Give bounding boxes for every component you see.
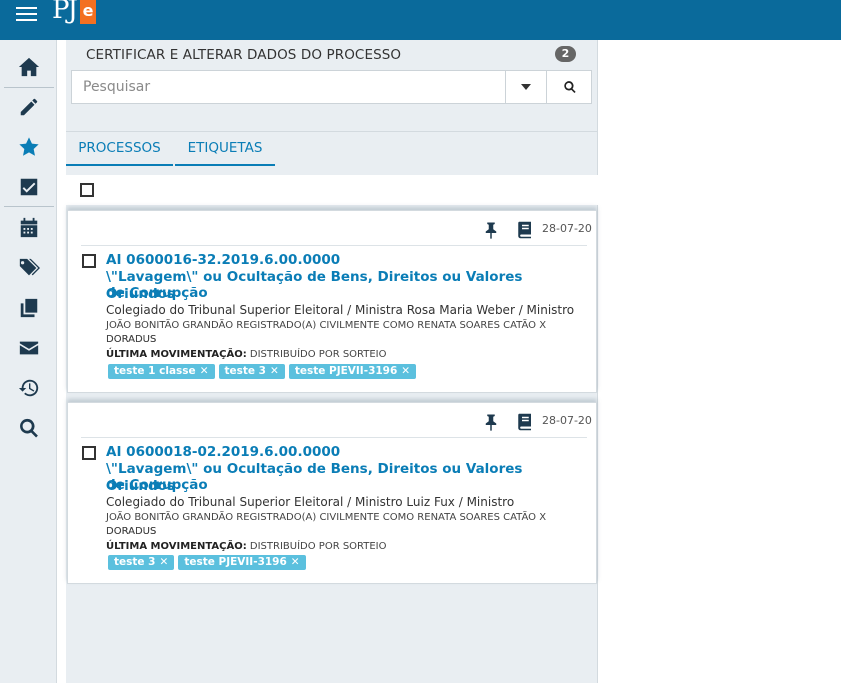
pencil-icon (20, 98, 37, 116)
last-movement: ÚLTIMA MOVIMENTAÇÃO: DISTRIBUÍDO POR SOR… (106, 540, 387, 554)
tag-badge: teste 3 ✕ (108, 555, 175, 570)
star-icon (18, 137, 39, 156)
sidebar-item-edit[interactable] (0, 87, 57, 127)
tab-etiquetas[interactable]: ETIQUETAS (175, 140, 275, 166)
process-organ: Colegiado do Tribunal Superior Eleitoral… (106, 495, 515, 509)
remove-tag-icon[interactable]: ✕ (200, 365, 209, 377)
tag-label: teste PJEVII-3196 (294, 365, 398, 377)
tag-label: teste PJEVII-3196 (184, 556, 287, 568)
search-icon (19, 418, 38, 438)
process-checkbox[interactable] (82, 254, 96, 268)
hamburger-menu-icon[interactable] (16, 5, 38, 27)
search-filter-dropdown-button[interactable] (505, 71, 545, 103)
select-all-row (66, 175, 598, 205)
process-parties: DORADUS (106, 526, 157, 537)
process-number-link[interactable]: AI 0600018-02.2019.6.00.0000 (106, 444, 576, 461)
tag-badge: teste 1 classe ✕ (108, 364, 215, 379)
sidebar-item-search[interactable] (0, 408, 57, 448)
panel-title: CERTIFICAR E ALTERAR DADOS DO PROCESSO (86, 47, 402, 63)
process-parties: DORADUS (106, 334, 157, 345)
tag-badge: teste 3 ✕ (218, 364, 285, 379)
process-subject-line[interactable]: de Corrupção (106, 477, 576, 494)
sidebar-item-home[interactable] (0, 47, 57, 87)
search-input[interactable] (72, 71, 504, 103)
tag-list: teste 3 ✕ teste PJEVII-3196 ✕ (108, 555, 306, 570)
pin-icon[interactable] (482, 221, 500, 239)
last-movement-value: DISTRIBUÍDO POR SORTEIO (249, 541, 387, 552)
top-bar: PJ e (0, 0, 841, 40)
sidebar-item-tasks[interactable] (0, 167, 57, 207)
search-button[interactable] (546, 71, 592, 103)
envelope-icon (19, 341, 38, 355)
book-icon[interactable] (517, 413, 533, 431)
tag-badge: teste PJEVII-3196 ✕ (178, 555, 306, 570)
remove-tag-icon[interactable]: ✕ (160, 556, 169, 568)
sidebar-item-messages[interactable] (0, 328, 57, 368)
process-count-badge: 2 (555, 46, 576, 62)
process-checkbox[interactable] (82, 446, 96, 460)
process-panel: CERTIFICAR E ALTERAR DADOS DO PROCESSO 2… (66, 40, 598, 683)
remove-tag-icon[interactable]: ✕ (401, 365, 410, 377)
tag-label: teste 3 (224, 365, 267, 377)
process-date: 28-07-20 (542, 222, 592, 235)
remove-tag-icon[interactable]: ✕ (270, 365, 279, 377)
process-card: 28-07-20 AI 0600016-32.2019.6.00.0000 \"… (67, 210, 597, 393)
check-square-icon (20, 178, 37, 196)
remove-tag-icon[interactable]: ✕ (291, 556, 300, 568)
sidebar-divider (4, 206, 54, 207)
process-organ: Colegiado do Tribunal Superior Eleitoral… (106, 303, 575, 317)
tag-label: teste 3 (114, 556, 156, 568)
tabs-divider (66, 131, 598, 132)
caret-down-icon (520, 84, 531, 90)
tag-badge: teste PJEVII-3196 ✕ (288, 364, 417, 379)
tab-processos[interactable]: PROCESSOS (66, 140, 173, 166)
search-bar (71, 70, 592, 104)
process-subject-line[interactable]: de Corrupção (106, 285, 576, 302)
tag-label: teste 1 classe (114, 365, 196, 377)
card-divider (81, 245, 587, 246)
process-card: 28-07-20 AI 0600018-02.2019.6.00.0000 \"… (67, 402, 597, 584)
sidebar-item-calendar[interactable] (0, 208, 57, 248)
last-movement-value: DISTRIBUÍDO POR SORTEIO (249, 349, 387, 360)
copy-icon (20, 298, 37, 318)
search-icon (563, 81, 576, 94)
home-icon (18, 57, 39, 77)
sidebar-item-favorites[interactable] (0, 127, 57, 167)
card-divider (81, 437, 587, 438)
history-icon (18, 379, 38, 397)
sidebar-item-documents[interactable] (0, 288, 57, 328)
last-movement-label: ÚLTIMA MOVIMENTAÇÃO: (106, 349, 247, 360)
sidebar-item-history[interactable] (0, 368, 57, 408)
select-all-checkbox[interactable] (80, 183, 94, 197)
tag-list: teste 1 classe ✕ teste 3 ✕ teste PJEVII-31… (108, 364, 417, 379)
last-movement-label: ÚLTIMA MOVIMENTAÇÃO: (106, 541, 247, 552)
sidebar (0, 40, 57, 683)
process-number-link[interactable]: AI 0600016-32.2019.6.00.0000 (106, 252, 576, 269)
tags-icon (18, 258, 40, 276)
book-icon[interactable] (517, 221, 533, 239)
sidebar-item-tags[interactable] (0, 248, 57, 288)
last-movement: ÚLTIMA MOVIMENTAÇÃO: DISTRIBUÍDO POR SOR… (106, 348, 387, 362)
process-date: 28-07-20 (542, 414, 592, 427)
pin-icon[interactable] (482, 413, 500, 431)
pje-logo[interactable]: PJ e (52, 0, 96, 38)
calendar-icon (20, 217, 37, 238)
